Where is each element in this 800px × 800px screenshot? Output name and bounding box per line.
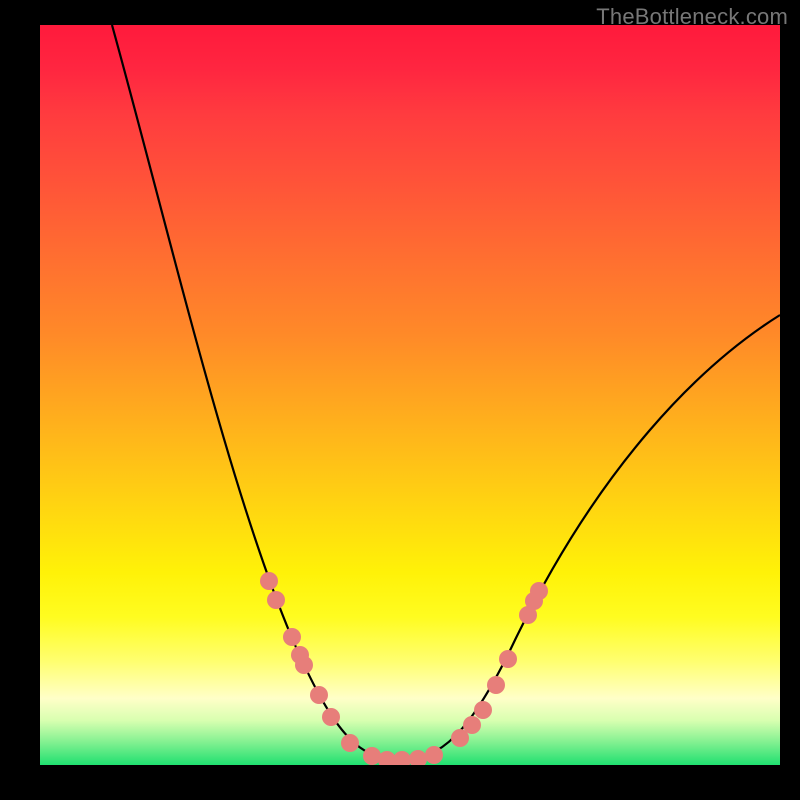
data-point: [260, 572, 278, 590]
plot-area: [40, 25, 780, 765]
data-point: [393, 751, 411, 765]
data-point: [295, 656, 313, 674]
data-point: [463, 716, 481, 734]
data-point: [474, 701, 492, 719]
data-point: [530, 582, 548, 600]
data-point: [341, 734, 359, 752]
data-point: [267, 591, 285, 609]
data-point: [425, 746, 443, 764]
bottleneck-curve: [112, 25, 780, 760]
data-point: [499, 650, 517, 668]
chart-container: TheBottleneck.com: [0, 0, 800, 800]
marker-group: [260, 572, 548, 765]
curve-svg: [40, 25, 780, 765]
data-point: [487, 676, 505, 694]
data-point: [310, 686, 328, 704]
data-point: [283, 628, 301, 646]
data-point: [409, 750, 427, 765]
data-point: [322, 708, 340, 726]
